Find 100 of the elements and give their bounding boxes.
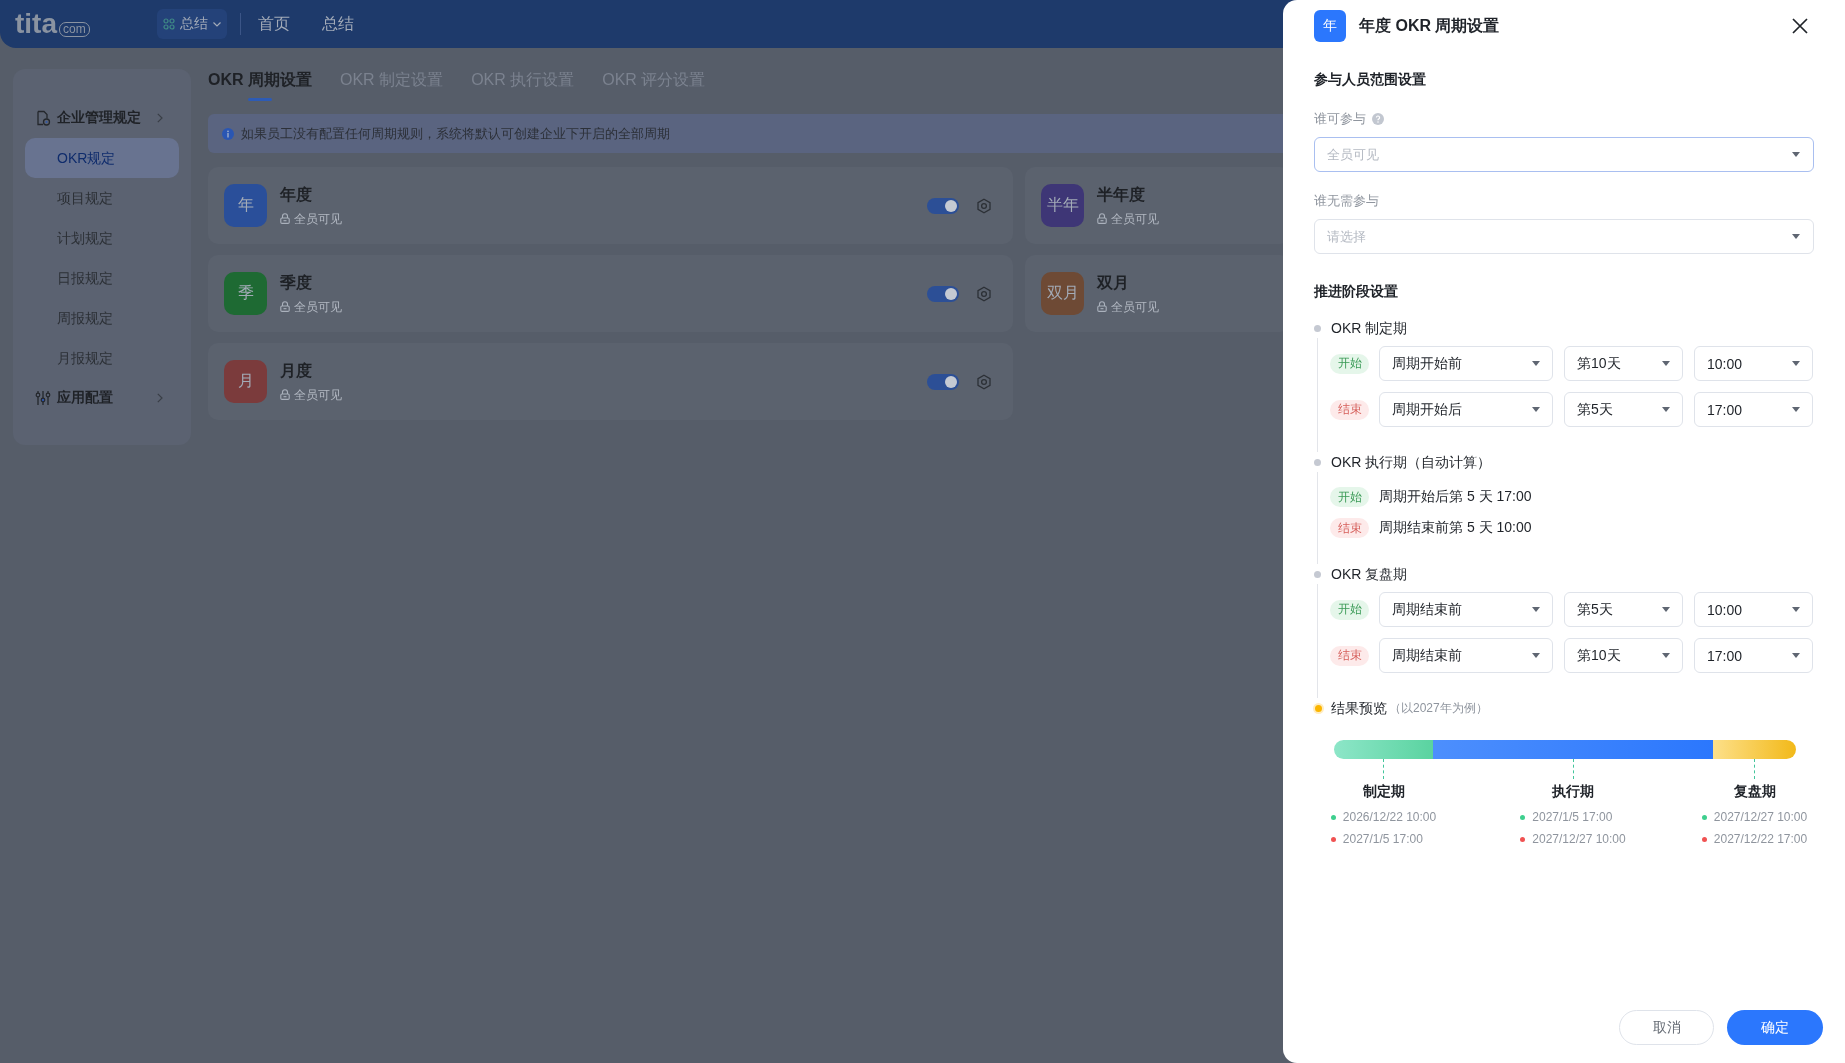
- select-field[interactable]: 周期结束前: [1379, 592, 1553, 627]
- visibility-label: 全员可见: [1111, 298, 1159, 315]
- tab[interactable]: OKR 周期设置: [208, 69, 312, 101]
- status-tag: 结束: [1330, 645, 1369, 666]
- chevron-down-icon: [213, 21, 221, 27]
- cycle-badge: 年: [224, 184, 267, 227]
- app-switcher[interactable]: 总结: [157, 9, 227, 39]
- confirm-button[interactable]: 确定: [1727, 1010, 1823, 1045]
- caret-icon: [1792, 234, 1800, 239]
- select-field[interactable]: 17:00: [1694, 392, 1813, 427]
- chevron-right-icon: [157, 393, 163, 403]
- visibility-label: 全员可见: [294, 210, 342, 227]
- drawer-badge: 年: [1314, 10, 1346, 42]
- leader-line: [1754, 759, 1755, 779]
- dot-icon: [1314, 324, 1321, 332]
- lock-icon: [280, 301, 290, 312]
- nav-link[interactable]: 首页: [258, 13, 290, 35]
- select-field[interactable]: 第5天: [1564, 592, 1683, 627]
- dot-icon: [1330, 836, 1336, 842]
- caret-icon: [1792, 607, 1800, 612]
- caret-icon: [1532, 407, 1540, 412]
- chevron-right-icon: [157, 113, 163, 123]
- sidebar-group[interactable]: 应用配置: [25, 378, 179, 418]
- toggle-switch[interactable]: [927, 373, 959, 390]
- date-text: 2027/12/27 10:00: [1532, 831, 1626, 848]
- phase-label: 执行期: [1552, 782, 1594, 801]
- section-heading: 推进阶段设置: [1314, 282, 1399, 301]
- phase-label: 制定期: [1362, 782, 1405, 801]
- nav-link[interactable]: 总结: [322, 13, 354, 35]
- select-field[interactable]: 第5天: [1564, 392, 1683, 427]
- leader-line: [1383, 759, 1384, 779]
- cycle-badge: 双月: [1041, 272, 1084, 315]
- dot-icon: [1313, 702, 1324, 714]
- status-tag: 结束: [1330, 399, 1369, 420]
- cycle-title: 月度: [280, 360, 313, 381]
- cycle-badge: 月: [224, 360, 267, 403]
- visibility-label: 全员可见: [1111, 210, 1159, 227]
- sliders-icon: [35, 390, 51, 406]
- caret-icon: [1792, 407, 1800, 412]
- document-icon: [35, 110, 51, 126]
- dot-icon: [1314, 570, 1321, 578]
- cycle-title: 季度: [280, 272, 313, 293]
- notice-text: 如果员工没有配置任何周期规则，系统将默认可创建企业下开启的全部周期: [241, 124, 670, 143]
- status-tag: 开始: [1330, 599, 1369, 620]
- field-label: 谁无需参与: [1314, 192, 1379, 210]
- lock-icon: [1097, 301, 1107, 312]
- caret-icon: [1792, 361, 1800, 366]
- select-field[interactable]: 10:00: [1694, 346, 1813, 381]
- section-heading: 参与人员范围设置: [1314, 70, 1427, 89]
- select-field[interactable]: 第10天: [1564, 638, 1683, 673]
- caret-icon: [1662, 361, 1670, 366]
- dot-icon: [1330, 814, 1336, 820]
- select-field[interactable]: 17:00: [1694, 638, 1813, 673]
- logo-suffix: com: [59, 22, 90, 37]
- stage-title: OKR 制定期: [1331, 319, 1408, 338]
- caret-icon: [1792, 152, 1800, 157]
- stage-title: OKR 复盘期: [1331, 565, 1408, 584]
- cancel-button[interactable]: 取消: [1619, 1010, 1714, 1045]
- caret-icon: [1662, 653, 1670, 658]
- caret-icon: [1792, 653, 1800, 658]
- dot-icon: [1701, 836, 1707, 842]
- date-text: 2026/12/22 10:00: [1342, 809, 1437, 826]
- sidebar-item[interactable]: OKR规定: [25, 138, 179, 178]
- stage-title: OKR 执行期（自动计算）: [1331, 453, 1492, 472]
- drawer-title: 年度 OKR 周期设置: [1359, 15, 1500, 36]
- field-label: 谁可参与: [1314, 110, 1366, 128]
- sidebar-group[interactable]: 企业管理规定: [25, 98, 179, 138]
- close-button[interactable]: [1791, 17, 1809, 35]
- grid-icon: [163, 18, 175, 30]
- date-text: 2027/12/22 17:00: [1713, 831, 1808, 848]
- schedule-text: 周期开始后第 5 天 17:00: [1379, 488, 1532, 506]
- lock-icon: [1097, 213, 1107, 224]
- date-text: 2027/1/5 17:00: [1532, 809, 1613, 826]
- preview-title: 结果预览: [1331, 699, 1387, 718]
- toggle-switch[interactable]: [927, 285, 959, 302]
- caret-icon: [1532, 607, 1540, 612]
- caret-icon: [1662, 607, 1670, 612]
- caret-icon: [1532, 361, 1540, 366]
- visibility-label: 全员可见: [294, 298, 342, 315]
- caret-icon: [1532, 653, 1540, 658]
- dot-icon: [1314, 458, 1321, 466]
- cycle-badge: 半年: [1041, 184, 1084, 227]
- phase-label: 复盘期: [1733, 782, 1776, 801]
- select-field[interactable]: 10:00: [1694, 592, 1813, 627]
- caret-icon: [1662, 407, 1670, 412]
- toggle-switch[interactable]: [927, 197, 959, 214]
- select-field[interactable]: 周期开始后: [1379, 392, 1553, 427]
- date-text: 2027/1/5 17:00: [1342, 831, 1423, 848]
- cycle-badge: 季: [224, 272, 267, 315]
- status-tag: 结束: [1330, 518, 1369, 538]
- cycle-title: 年度: [280, 184, 313, 205]
- select-field[interactable]: 周期结束前: [1379, 638, 1553, 673]
- preview-note: （以2027年为例）: [1389, 700, 1488, 717]
- select-field[interactable]: 第10天: [1564, 346, 1683, 381]
- logo-wordmark: tita: [15, 10, 57, 38]
- status-tag: 开始: [1330, 487, 1369, 507]
- dot-icon: [1520, 814, 1526, 820]
- status-tag: 开始: [1330, 353, 1369, 374]
- select-field[interactable]: 周期开始前: [1379, 346, 1553, 381]
- info-icon: [222, 127, 234, 140]
